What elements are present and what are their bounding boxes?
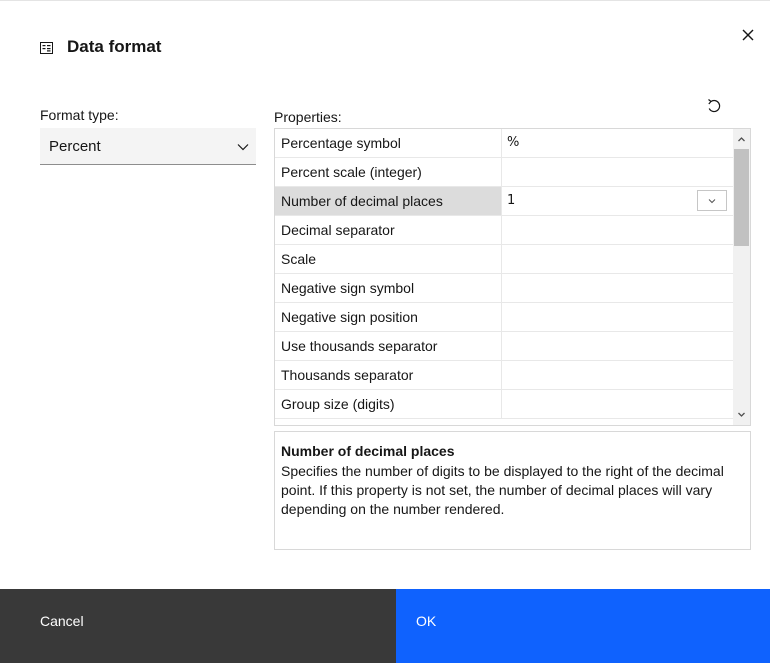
- reset-icon[interactable]: [705, 97, 723, 115]
- property-value[interactable]: [502, 390, 733, 418]
- property-row-percentage-symbol[interactable]: Percentage symbol %: [275, 129, 733, 158]
- properties-label: Properties:: [274, 109, 342, 125]
- properties-grid: Percentage symbol % Percent scale (integ…: [274, 128, 751, 426]
- chevron-down-icon: [708, 198, 716, 203]
- format-type-select[interactable]: Percent: [40, 128, 256, 165]
- property-row-percent-scale[interactable]: Percent scale (integer): [275, 158, 733, 187]
- property-name: Negative sign symbol: [275, 274, 502, 302]
- properties-rows: Percentage symbol % Percent scale (integ…: [275, 129, 733, 419]
- format-type-value: Percent: [49, 137, 101, 155]
- property-name: Percent scale (integer): [275, 158, 502, 186]
- property-row-thousands-separator[interactable]: Thousands separator: [275, 361, 733, 390]
- property-value: 1: [507, 193, 516, 208]
- chevron-up-icon: [738, 137, 745, 142]
- property-description: Number of decimal places Specifies the n…: [274, 431, 751, 550]
- property-value[interactable]: [502, 332, 733, 360]
- properties-scrollbar[interactable]: [733, 129, 750, 425]
- scroll-down-button[interactable]: [733, 406, 750, 423]
- chevron-down-icon: [738, 412, 745, 417]
- property-name: Use thousands separator: [275, 332, 502, 360]
- description-text: Specifies the number of digits to be dis…: [281, 463, 724, 517]
- property-value[interactable]: [502, 245, 733, 273]
- dialog-footer: Cancel OK: [0, 589, 770, 663]
- property-row-group-size[interactable]: Group size (digits): [275, 390, 733, 419]
- dialog-title: Data format: [67, 37, 162, 56]
- ok-button[interactable]: OK: [396, 589, 770, 663]
- format-type-label: Format type:: [40, 107, 119, 123]
- cancel-button[interactable]: Cancel: [0, 589, 396, 663]
- property-value[interactable]: [502, 158, 733, 186]
- dialog-header: Data format: [40, 37, 161, 57]
- close-icon: [742, 29, 754, 41]
- property-name: Scale: [275, 245, 502, 273]
- scrollbar-thumb[interactable]: [734, 149, 749, 246]
- data-format-icon: [40, 41, 53, 54]
- description-title: Number of decimal places: [281, 443, 455, 459]
- property-row-decimal-places[interactable]: Number of decimal places 1: [275, 187, 733, 216]
- property-name: Percentage symbol: [275, 129, 502, 157]
- property-name: Number of decimal places: [275, 187, 502, 215]
- property-row-negative-sign-symbol[interactable]: Negative sign symbol: [275, 274, 733, 303]
- property-value[interactable]: [502, 361, 733, 389]
- property-value[interactable]: [502, 274, 733, 302]
- property-value-cell[interactable]: 1: [502, 187, 733, 215]
- property-value[interactable]: %: [502, 129, 733, 157]
- property-value[interactable]: [502, 216, 733, 244]
- close-button[interactable]: [738, 25, 758, 45]
- property-name: Thousands separator: [275, 361, 502, 389]
- property-name: Group size (digits): [275, 390, 502, 418]
- chevron-down-icon: [237, 144, 249, 151]
- decimal-places-dropdown-button[interactable]: [697, 190, 727, 211]
- property-name: Decimal separator: [275, 216, 502, 244]
- property-name: Negative sign position: [275, 303, 502, 331]
- data-format-dialog: Data format Format type: Percent Propert…: [0, 0, 770, 663]
- scroll-up-button[interactable]: [733, 131, 750, 148]
- property-row-use-thousands-separator[interactable]: Use thousands separator: [275, 332, 733, 361]
- property-row-decimal-separator[interactable]: Decimal separator: [275, 216, 733, 245]
- property-value[interactable]: [502, 303, 733, 331]
- property-row-negative-sign-position[interactable]: Negative sign position: [275, 303, 733, 332]
- property-row-scale[interactable]: Scale: [275, 245, 733, 274]
